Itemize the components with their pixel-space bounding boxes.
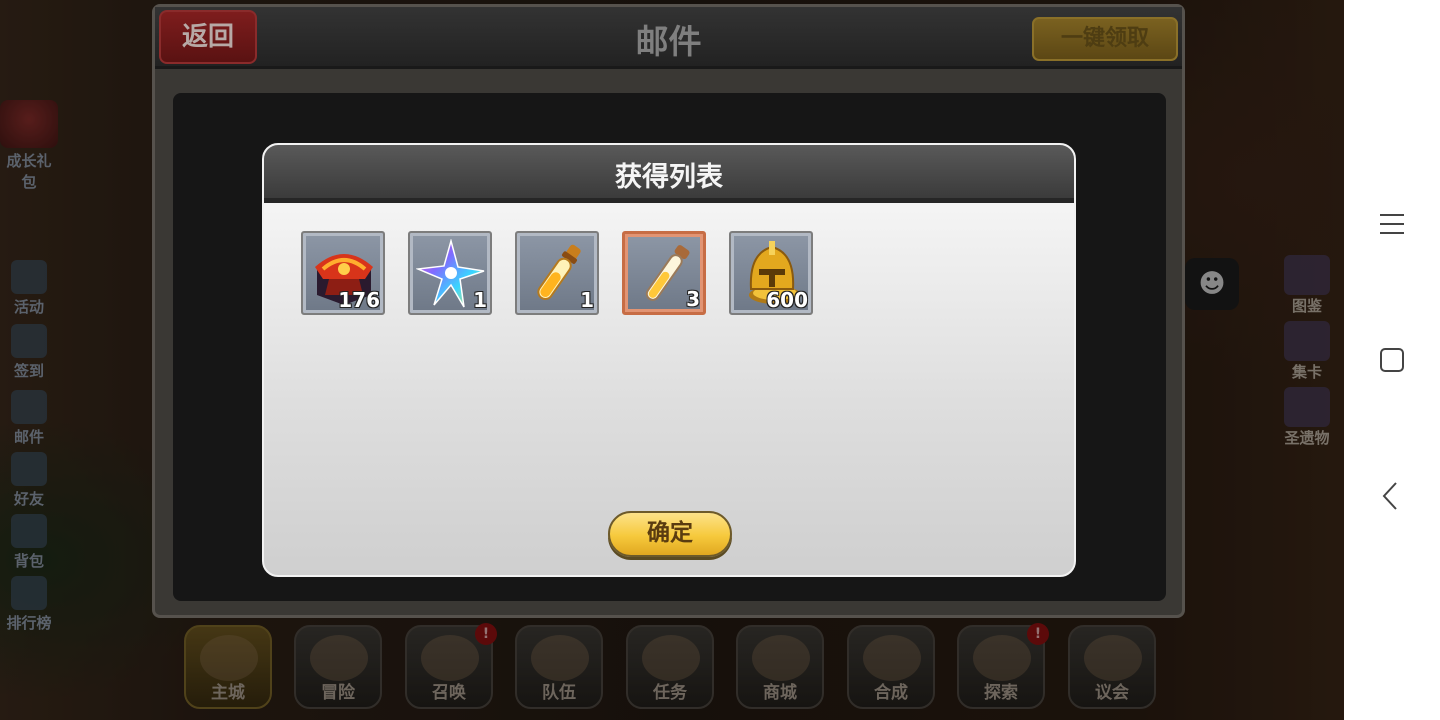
item-quantity: 600 [766,288,808,312]
reward-item-slot[interactable]: 600 [729,231,813,315]
reward-item-slot[interactable]: 176 [301,231,385,315]
item-quantity: 176 [338,288,380,312]
reward-item-slot[interactable]: 1 [408,231,492,315]
menu-icon[interactable] [1374,206,1410,242]
mail-header: 返回 邮件 一键领取 [155,7,1182,69]
reward-list-dialog: 获得列表 176 1 1 3 600 确定 [262,143,1076,577]
item-quantity: 1 [473,288,487,312]
reward-item-slot-selected[interactable]: 3 [622,231,706,315]
home-square-icon[interactable] [1374,342,1410,378]
back-chevron-icon[interactable] [1374,478,1410,514]
confirm-button[interactable]: 确定 [608,511,732,557]
item-quantity: 1 [580,288,594,312]
dialog-title: 获得列表 [615,162,723,193]
page-title: 邮件 [635,22,702,61]
reward-item-slot[interactable]: 1 [515,231,599,315]
item-quantity: 3 [686,287,700,311]
dialog-header: 获得列表 [264,145,1074,203]
claim-all-button[interactable]: 一键领取 [1032,17,1178,61]
system-navigation-bar [1344,0,1440,720]
